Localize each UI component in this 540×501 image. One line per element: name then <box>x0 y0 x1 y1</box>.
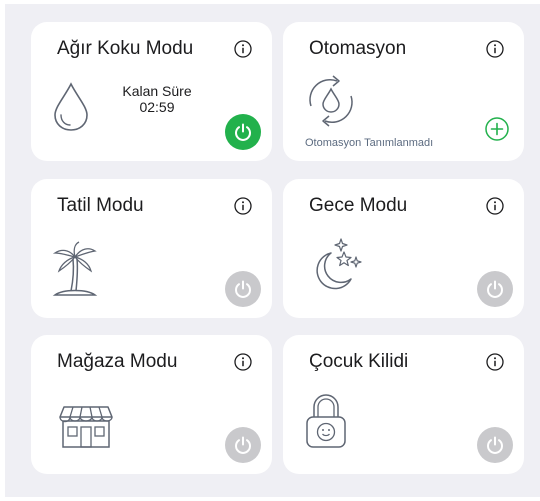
palm-tree-icon <box>52 241 98 296</box>
info-icon[interactable] <box>234 197 252 215</box>
card-night-mode[interactable]: Gece Modu <box>283 179 524 318</box>
card-title: Gece Modu <box>309 195 408 216</box>
info-icon[interactable] <box>234 40 252 58</box>
info-icon[interactable] <box>486 40 504 58</box>
remaining-label: Kalan Süre <box>122 83 192 99</box>
card-heavy-scent-mode[interactable]: Ağır Koku Modu Kalan Süre 02:59 <box>31 22 272 161</box>
modes-panel: Ağır Koku Modu Kalan Süre 02:59 Otomasyo… <box>5 4 540 497</box>
power-icon <box>487 280 503 298</box>
info-icon[interactable] <box>234 353 252 371</box>
card-title: Mağaza Modu <box>57 351 178 372</box>
card-store-mode[interactable]: Mağaza Modu <box>31 335 272 474</box>
card-title: Tatil Modu <box>57 195 144 216</box>
water-drop-icon <box>54 82 88 131</box>
store-icon <box>59 406 113 448</box>
power-icon <box>487 436 503 454</box>
remaining-time: Kalan Süre 02:59 <box>117 83 197 115</box>
card-vacation-mode[interactable]: Tatil Modu <box>31 179 272 318</box>
power-toggle-button[interactable] <box>477 271 513 307</box>
power-toggle-button[interactable] <box>225 427 261 463</box>
power-toggle-button[interactable] <box>477 427 513 463</box>
power-toggle-button[interactable] <box>225 114 261 150</box>
power-icon <box>235 436 251 454</box>
power-toggle-button[interactable] <box>225 271 261 307</box>
card-child-lock[interactable]: Çocuk Kilidi <box>283 335 524 474</box>
automation-cycle-icon <box>309 75 353 127</box>
card-automation[interactable]: Otomasyon Otomasyon Tanımlanmadı <box>283 22 524 161</box>
remaining-value: 02:59 <box>139 99 175 115</box>
info-icon[interactable] <box>486 197 504 215</box>
card-title: Çocuk Kilidi <box>309 351 409 372</box>
automation-empty-text: Otomasyon Tanımlanmadı <box>305 137 434 149</box>
moon-stars-icon <box>316 238 362 290</box>
card-title: Ağır Koku Modu <box>57 38 194 59</box>
info-icon[interactable] <box>486 353 504 371</box>
power-icon <box>235 280 251 298</box>
add-icon[interactable] <box>485 117 509 141</box>
power-icon <box>235 123 251 141</box>
card-title: Otomasyon <box>309 38 407 59</box>
child-lock-icon <box>306 394 346 448</box>
